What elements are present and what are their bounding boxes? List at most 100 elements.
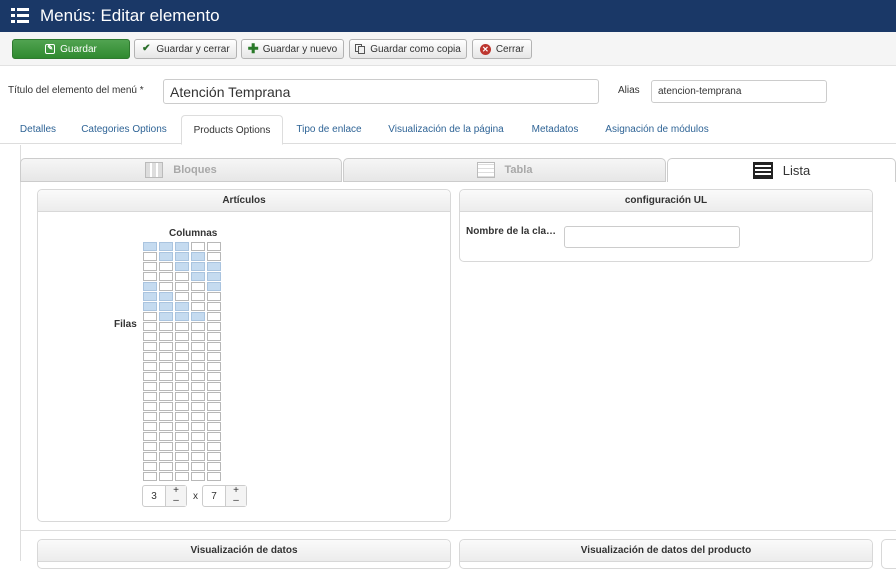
grid-cell[interactable] [207,242,221,251]
grid-cell[interactable] [143,282,157,291]
grid-cell[interactable] [207,472,221,481]
grid-cell[interactable] [159,362,173,371]
grid-cell[interactable] [191,252,205,261]
grid-cell[interactable] [191,282,205,291]
grid-cell[interactable] [207,302,221,311]
grid-cell[interactable] [191,452,205,461]
grid-cell[interactable] [159,462,173,471]
grid-cell[interactable] [159,302,173,311]
grid-cell[interactable] [159,262,173,271]
grid-cell[interactable] [207,342,221,351]
grid-cell[interactable] [143,412,157,421]
columns-decrease-button[interactable]: – [166,496,186,506]
view-tab-blocks[interactable]: Bloques [20,158,342,182]
grid-cell[interactable] [175,292,189,301]
tab-module-assignment[interactable]: Asignación de módulos [594,115,720,144]
grid-cell[interactable] [191,442,205,451]
grid-cell[interactable] [175,352,189,361]
grid-cell[interactable] [159,282,173,291]
grid-cell[interactable] [191,372,205,381]
grid-cell[interactable] [207,312,221,321]
grid-cell[interactable] [207,282,221,291]
grid-cell[interactable] [191,382,205,391]
grid-cell[interactable] [159,342,173,351]
grid-cell[interactable] [175,452,189,461]
grid-cell[interactable] [207,292,221,301]
grid-cell[interactable] [159,412,173,421]
grid-cell[interactable] [143,352,157,361]
grid-cell[interactable] [207,442,221,451]
grid-cell[interactable] [159,422,173,431]
grid-cell[interactable] [191,392,205,401]
grid-cell[interactable] [159,252,173,261]
grid-cell[interactable] [191,322,205,331]
grid-cell[interactable] [191,242,205,251]
grid-cell[interactable] [175,402,189,411]
grid-cell[interactable] [207,392,221,401]
grid-cell[interactable] [191,432,205,441]
grid-cell[interactable] [207,352,221,361]
grid-cell[interactable] [143,422,157,431]
rows-stepper[interactable]: 7 + – [202,485,247,507]
grid-cell[interactable] [143,252,157,261]
grid-cell[interactable] [191,462,205,471]
grid-cell[interactable] [159,382,173,391]
save-button[interactable]: ✎ Guardar [12,39,130,59]
grid-cell[interactable] [143,312,157,321]
tab-link-type[interactable]: Tipo de enlace [287,115,371,144]
grid-cell[interactable] [175,382,189,391]
grid-cell[interactable] [175,462,189,471]
grid-cell[interactable] [175,362,189,371]
grid-cell[interactable] [207,262,221,271]
columns-value[interactable]: 3 [143,486,165,506]
grid-cell[interactable] [143,242,157,251]
save-copy-button[interactable]: Guardar como copia [349,39,467,59]
grid-cell[interactable] [175,342,189,351]
save-close-button[interactable]: ✔ Guardar y cerrar [134,39,237,59]
grid-cell[interactable] [159,392,173,401]
grid-cell[interactable] [207,382,221,391]
rows-decrease-button[interactable]: – [226,496,246,506]
grid-cell[interactable] [175,302,189,311]
grid-cell[interactable] [143,432,157,441]
grid-cell[interactable] [159,442,173,451]
tab-details[interactable]: Detalles [10,115,66,144]
grid-cell[interactable] [159,312,173,321]
grid-cell[interactable] [207,412,221,421]
grid-cell[interactable] [159,452,173,461]
view-tab-list[interactable]: Lista [667,158,896,182]
grid-cell[interactable] [207,322,221,331]
grid-cell[interactable] [191,472,205,481]
grid-cell[interactable] [207,272,221,281]
grid-cell[interactable] [143,272,157,281]
grid-cell[interactable] [143,382,157,391]
grid-cell[interactable] [143,402,157,411]
grid-cell[interactable] [207,362,221,371]
grid-cell[interactable] [207,462,221,471]
grid-cell[interactable] [207,332,221,341]
close-button[interactable]: ✕ Cerrar [472,39,532,59]
grid-cell[interactable] [159,332,173,341]
grid-cell[interactable] [143,392,157,401]
grid-cell[interactable] [143,472,157,481]
grid-cell[interactable] [143,262,157,271]
grid-cell[interactable] [175,392,189,401]
grid-cell[interactable] [207,402,221,411]
class-name-input[interactable] [564,226,740,248]
grid-cell[interactable] [159,242,173,251]
grid-cell[interactable] [143,322,157,331]
grid-cell[interactable] [191,292,205,301]
rows-value[interactable]: 7 [203,486,225,506]
grid-cell[interactable] [191,262,205,271]
grid-cell[interactable] [175,282,189,291]
grid-cell[interactable] [207,252,221,261]
grid-cell[interactable] [191,402,205,411]
grid-cell[interactable] [191,302,205,311]
grid-cell[interactable] [191,412,205,421]
grid-cell[interactable] [143,362,157,371]
grid-cell[interactable] [143,442,157,451]
grid-cell[interactable] [191,312,205,321]
grid-cell[interactable] [207,372,221,381]
grid-cell[interactable] [175,312,189,321]
alias-input[interactable]: atencion-temprana [651,80,827,103]
